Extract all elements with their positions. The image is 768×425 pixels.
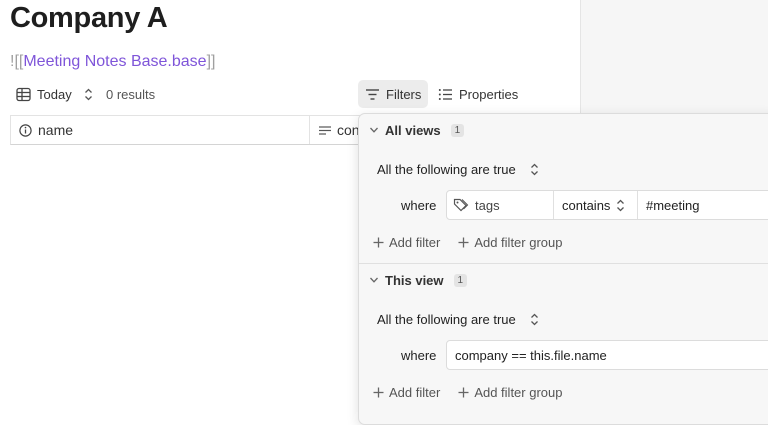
base-embed[interactable]: ![[Meeting Notes Base.base]]	[10, 53, 215, 71]
up-down-chevron-icon	[530, 313, 539, 326]
add-filter-group-button[interactable]: Add filter group	[458, 235, 562, 250]
conjunction-label: All the following are true	[377, 161, 516, 177]
embed-open-bracket: ![[	[10, 53, 24, 70]
filters-popover: All views 1 All the following are true w…	[358, 113, 768, 425]
up-down-chevron-icon	[530, 163, 539, 176]
table-icon	[16, 87, 31, 102]
where-label: where	[401, 348, 437, 363]
section-divider	[359, 263, 768, 264]
all-views-header[interactable]: All views 1	[369, 119, 465, 141]
formula-input[interactable]: company == this.file.name	[455, 341, 607, 369]
filter-count-badge: 1	[453, 273, 468, 287]
view-selector[interactable]: Today	[16, 80, 93, 108]
plus-icon	[373, 237, 384, 248]
plus-icon	[458, 237, 469, 248]
page-title: Company A	[10, 2, 168, 34]
section-title: This view	[385, 272, 444, 288]
list-icon	[438, 88, 453, 101]
add-filter-button[interactable]: Add filter	[373, 235, 440, 250]
all-views-actions: Add filter Add filter group	[373, 231, 562, 253]
chevron-down-icon	[369, 276, 379, 284]
plus-icon	[458, 387, 469, 398]
filter-condition: tags contains #meeting	[446, 190, 768, 220]
section-title: All views	[385, 122, 441, 138]
view-name: Today	[37, 86, 72, 102]
filters-button[interactable]: Filters	[358, 80, 429, 108]
where-label: where	[401, 198, 437, 213]
this-view-header[interactable]: This view 1	[369, 269, 468, 291]
operator-label: contains	[562, 197, 611, 213]
conjunction-label: All the following are true	[377, 311, 516, 327]
add-filter-group-label: Add filter group	[474, 384, 563, 400]
column-label: name	[38, 122, 74, 138]
up-down-chevron-icon	[84, 88, 93, 101]
conjunction-select[interactable]: All the following are true	[377, 158, 539, 180]
embed-link[interactable]: Meeting Notes Base.base	[23, 53, 206, 70]
results-count: 0 results	[106, 86, 156, 102]
info-icon	[19, 123, 32, 137]
add-filter-group-label: Add filter group	[474, 234, 563, 250]
add-filter-group-button[interactable]: Add filter group	[458, 385, 562, 400]
value-input[interactable]: #meeting	[637, 191, 699, 219]
add-filter-button[interactable]: Add filter	[373, 385, 440, 400]
add-filter-label: Add filter	[389, 384, 441, 400]
text-lines-icon	[319, 125, 331, 136]
column-header-name[interactable]: name	[19, 116, 310, 144]
operator-select[interactable]: contains	[553, 191, 646, 219]
filter-icon	[365, 88, 380, 101]
column-header-company[interactable]: con	[311, 116, 360, 144]
properties-label: Properties	[459, 86, 519, 102]
embed-close-bracket: ]]	[206, 53, 216, 70]
conjunction-select[interactable]: All the following are true	[377, 308, 539, 330]
filter-condition: company == this.file.name	[446, 340, 768, 370]
add-filter-label: Add filter	[389, 234, 441, 250]
this-view-actions: Add filter Add filter group	[373, 381, 562, 403]
property-select[interactable]: tags	[453, 191, 551, 219]
plus-icon	[373, 387, 384, 398]
tag-icon	[453, 198, 469, 212]
column-label: con	[337, 122, 360, 138]
filters-label: Filters	[386, 86, 422, 102]
base-toolbar: Today 0 results Filters Properties	[10, 80, 570, 108]
property-name: tags	[475, 197, 500, 213]
properties-button[interactable]: Properties	[436, 80, 520, 108]
filter-count-badge: 1	[450, 123, 465, 137]
chevron-down-icon	[369, 126, 379, 134]
up-down-chevron-icon	[616, 199, 625, 212]
